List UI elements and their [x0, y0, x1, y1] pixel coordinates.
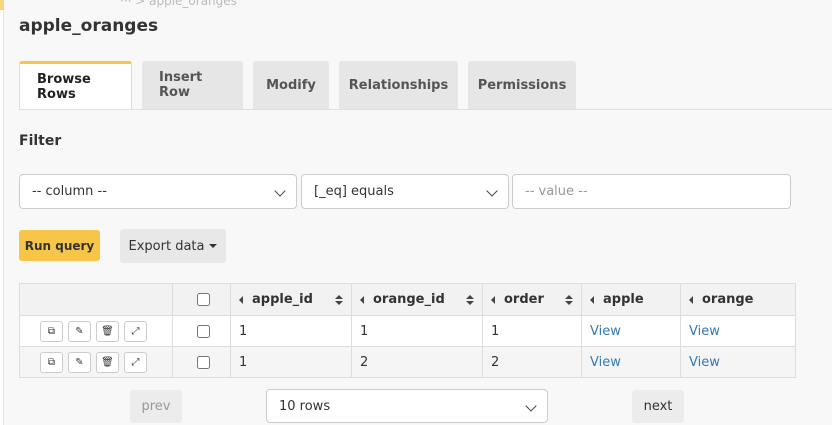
- data-table: apple_id orange_id order apple orange ⧉ …: [19, 283, 796, 378]
- filter-label: Filter: [19, 133, 62, 149]
- cell-order[interactable]: 2: [482, 346, 582, 378]
- cell-apple-id[interactable]: 1: [230, 346, 352, 378]
- column-select-value: -- column --: [32, 184, 107, 199]
- row-actions: ⧉ ✎ 🗑 ⤢: [19, 346, 173, 378]
- row-select-cell: [172, 315, 231, 347]
- column-header-apple-id[interactable]: apple_id: [230, 283, 352, 316]
- column-select[interactable]: -- column --: [19, 174, 297, 209]
- tab-insert-row[interactable]: Insert Row: [142, 61, 243, 109]
- tab-permissions[interactable]: Permissions: [468, 61, 576, 109]
- select-all-header: [172, 283, 231, 316]
- view-apple-link[interactable]: View: [590, 324, 621, 339]
- accent-marker: [0, 0, 4, 10]
- tabs-divider: [19, 109, 832, 110]
- chevron-down-icon: [486, 185, 498, 197]
- cell-orange: View: [680, 315, 796, 347]
- column-header-label: orange_id: [373, 292, 445, 307]
- row-actions: ⧉ ✎ 🗑 ⤢: [19, 315, 173, 347]
- view-orange-link[interactable]: View: [689, 324, 720, 339]
- table-row: ⧉ ✎ 🗑 ⤢ 1 1 1 View View: [19, 315, 796, 347]
- prev-page-button[interactable]: prev: [130, 390, 182, 423]
- row-checkbox[interactable]: [197, 324, 210, 338]
- tab-relationships[interactable]: Relationships: [339, 61, 458, 109]
- row-select-cell: [172, 346, 231, 378]
- column-header-order[interactable]: order: [482, 283, 582, 316]
- sort-icon[interactable]: [335, 294, 343, 305]
- row-checkbox[interactable]: [197, 355, 210, 369]
- rows-per-page-value: 10 rows: [279, 398, 331, 414]
- actions-header: [19, 283, 173, 316]
- view-apple-link[interactable]: View: [590, 355, 621, 370]
- export-data-button[interactable]: Export data: [120, 229, 226, 263]
- cell-orange: View: [680, 346, 796, 378]
- caret-down-icon: [209, 244, 218, 248]
- expand-icon[interactable]: ⤢: [124, 351, 147, 373]
- operator-select[interactable]: [_eq] equals: [301, 174, 509, 209]
- breadcrumb[interactable]: ··· > apple_oranges: [120, 0, 237, 8]
- sort-icon[interactable]: [565, 294, 573, 305]
- cell-apple-id[interactable]: 1: [230, 315, 352, 347]
- cell-orange-id[interactable]: 2: [351, 346, 483, 378]
- tab-bar: Browse Rows Insert Row Modify Relationsh…: [19, 61, 586, 109]
- cell-orange-id[interactable]: 1: [351, 315, 483, 347]
- table-header-row: apple_id orange_id order apple orange: [19, 283, 796, 316]
- expand-icon[interactable]: ⤢: [124, 320, 147, 342]
- column-header-orange[interactable]: orange: [680, 283, 796, 316]
- select-all-checkbox[interactable]: [197, 293, 210, 306]
- edit-icon[interactable]: ✎: [68, 351, 91, 373]
- clone-icon[interactable]: ⧉: [40, 351, 63, 373]
- tab-browse-rows[interactable]: Browse Rows: [19, 61, 132, 109]
- export-data-label: Export data: [128, 238, 205, 254]
- column-header-label: apple: [603, 292, 644, 307]
- column-header-apple[interactable]: apple: [581, 283, 681, 316]
- cell-apple: View: [581, 315, 681, 347]
- collapse-icon[interactable]: [689, 295, 693, 304]
- collapse-icon[interactable]: [491, 295, 495, 304]
- column-header-label: order: [504, 292, 544, 307]
- column-header-label: orange: [702, 292, 754, 307]
- clone-icon[interactable]: ⧉: [40, 320, 63, 342]
- cell-apple: View: [581, 346, 681, 378]
- trash-icon[interactable]: 🗑: [96, 320, 119, 342]
- collapse-icon[interactable]: [360, 295, 364, 304]
- column-header-orange-id[interactable]: orange_id: [351, 283, 483, 316]
- left-panel-edge: [0, 0, 4, 425]
- value-input[interactable]: [512, 174, 791, 209]
- trash-icon[interactable]: 🗑: [96, 351, 119, 373]
- run-query-button[interactable]: Run query: [19, 230, 100, 261]
- cell-order[interactable]: 1: [482, 315, 582, 347]
- sort-icon[interactable]: [466, 294, 474, 305]
- page-title: apple_oranges: [19, 16, 159, 36]
- rows-per-page-select[interactable]: 10 rows: [266, 389, 548, 423]
- table-row: ⧉ ✎ 🗑 ⤢ 1 2 2 View View: [19, 346, 796, 378]
- collapse-icon[interactable]: [590, 295, 594, 304]
- column-header-label: apple_id: [252, 292, 313, 307]
- chevron-down-icon: [274, 185, 286, 197]
- tab-modify[interactable]: Modify: [253, 61, 329, 109]
- operator-select-value: [_eq] equals: [314, 184, 394, 199]
- collapse-icon[interactable]: [239, 295, 243, 304]
- next-page-button[interactable]: next: [632, 390, 684, 423]
- edit-icon[interactable]: ✎: [68, 320, 91, 342]
- chevron-down-icon: [525, 400, 537, 412]
- view-orange-link[interactable]: View: [689, 355, 720, 370]
